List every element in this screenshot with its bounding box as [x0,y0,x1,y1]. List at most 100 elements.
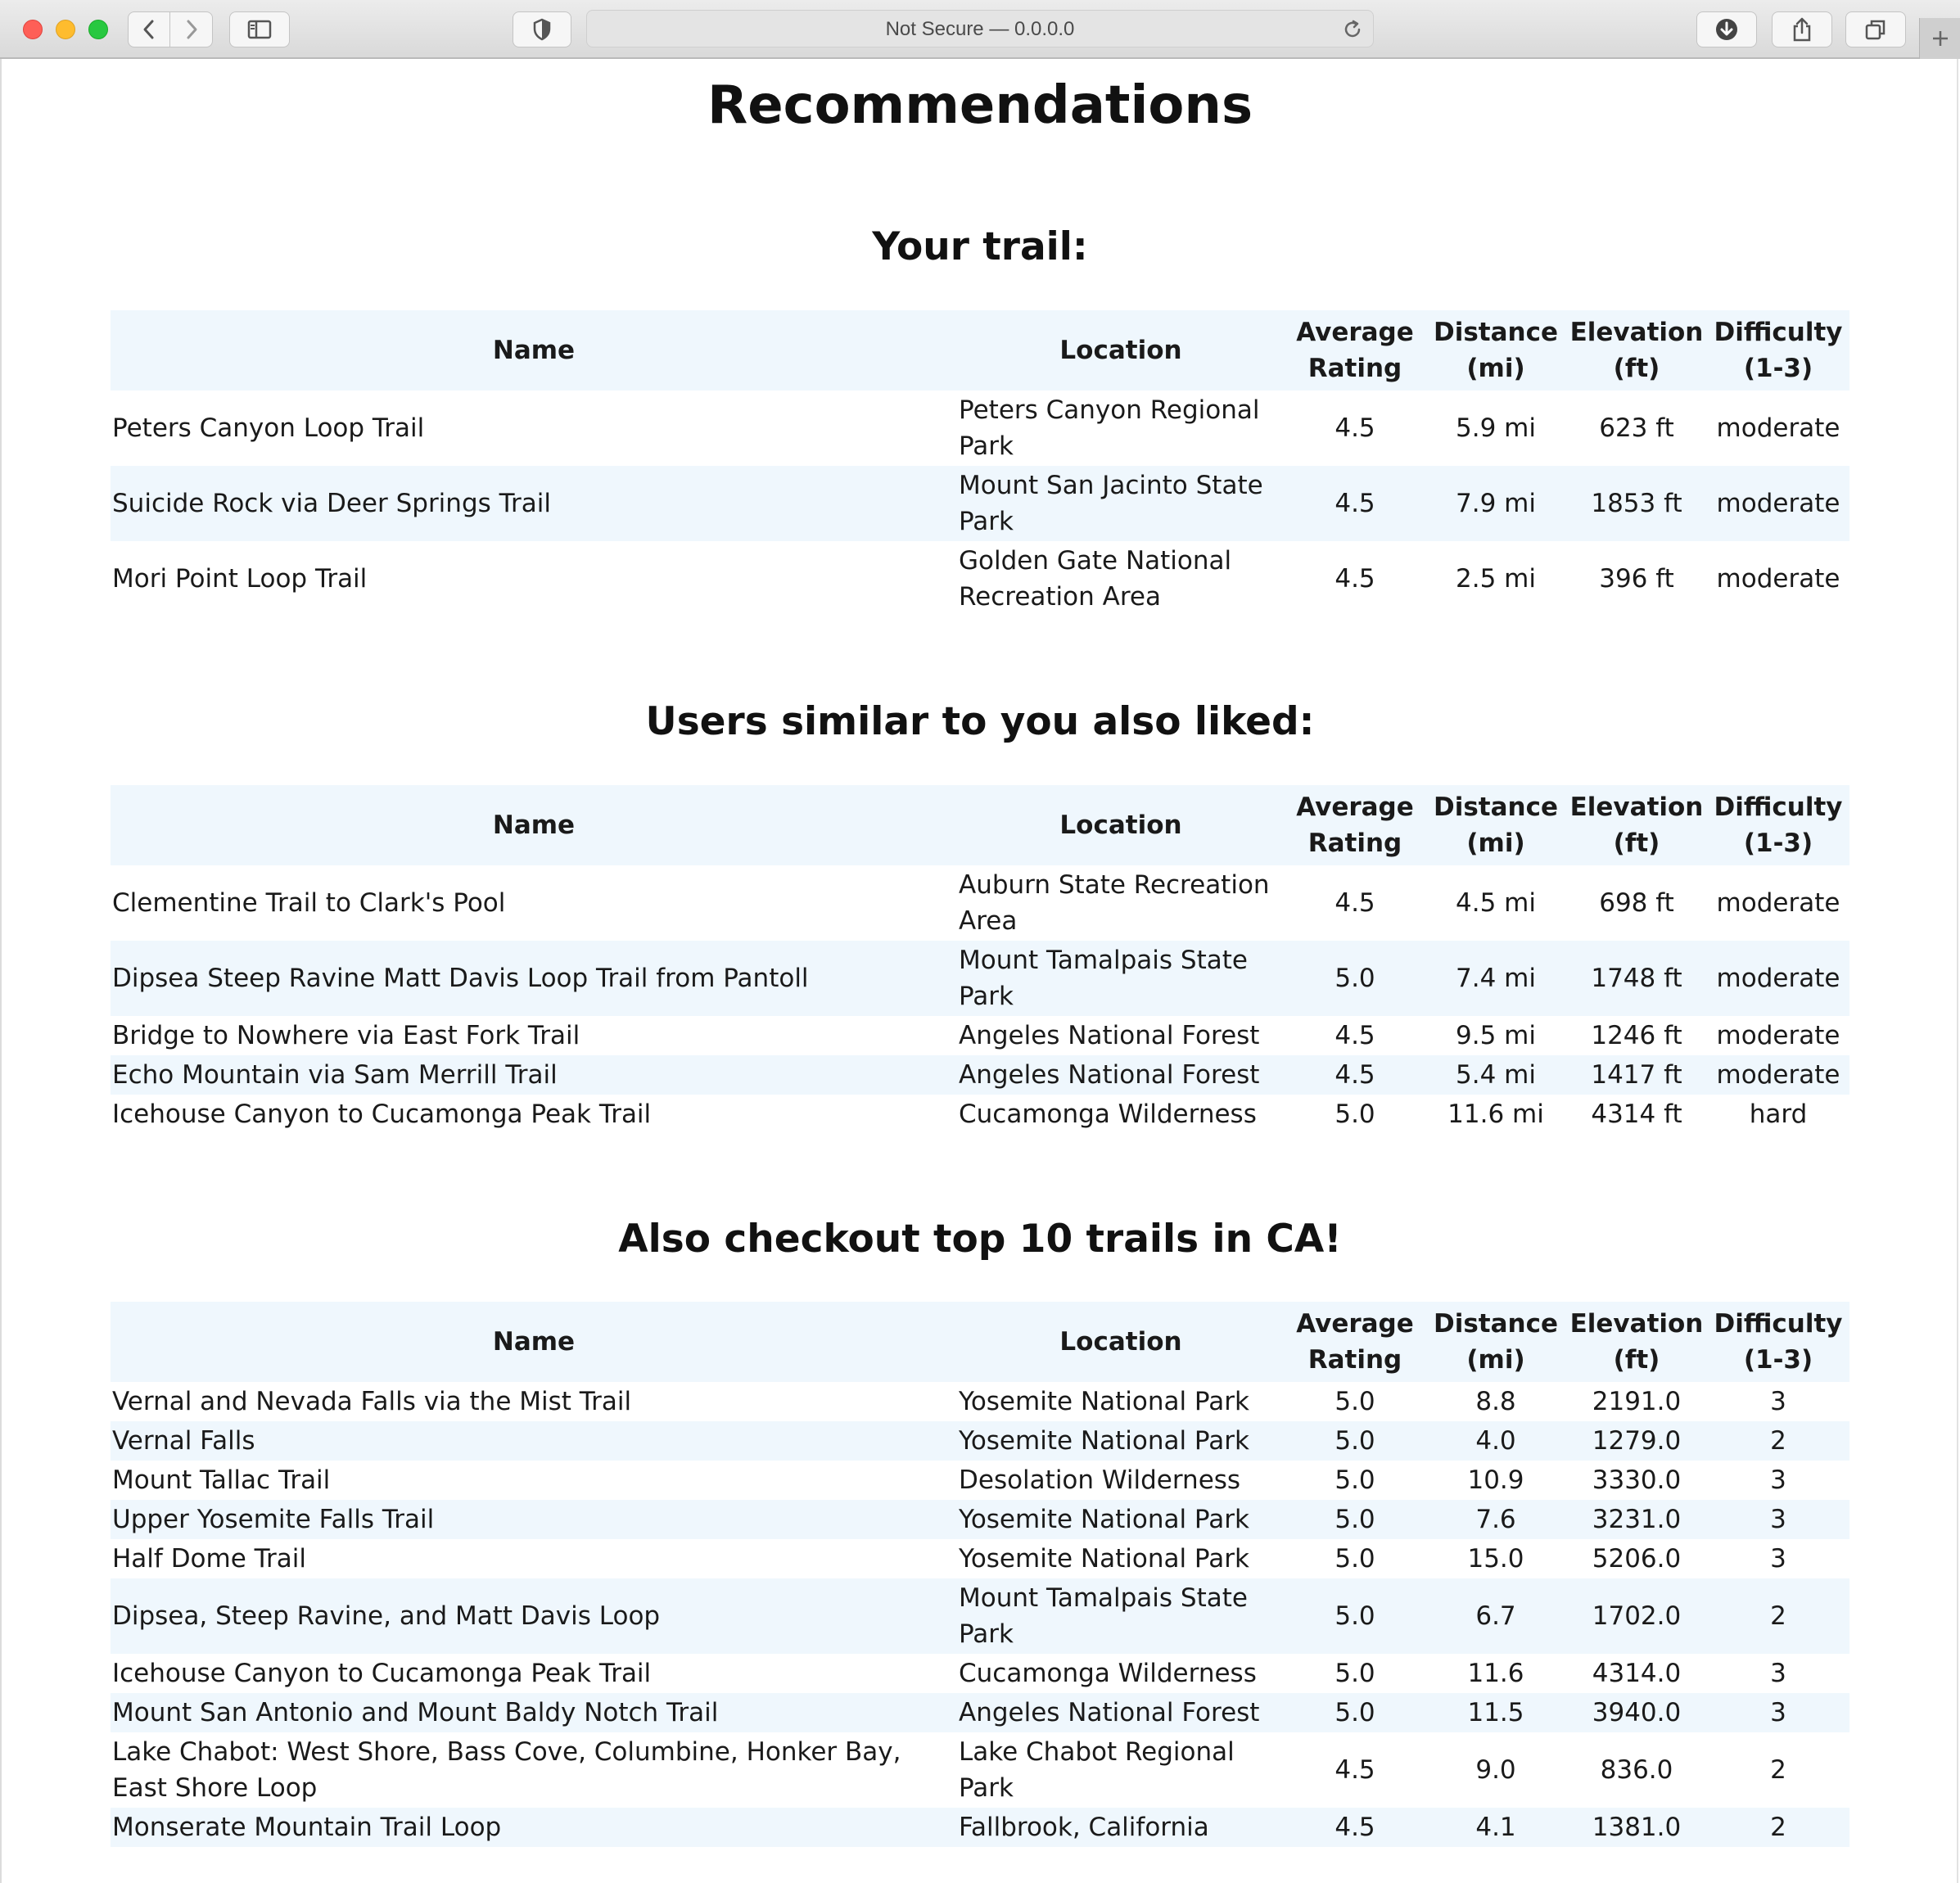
cell-name: Mount San Antonio and Mount Baldy Notch … [111,1693,957,1732]
column-header-difficulty: Difficulty (1-3) [1707,310,1849,391]
cell-location: Desolation Wilderness [959,1465,1241,1495]
cell-rating: 4.5 [1335,413,1375,443]
cell-elevation: 1417 ft [1566,1055,1707,1095]
cell-elevation: 3330.0 [1592,1465,1682,1495]
cell-rating: 5.0 [1285,1693,1425,1732]
table-row: Peters Canyon Loop Trail Peters Canyon Re… [111,391,1849,466]
cell-elevation: 1748 ft [1566,941,1707,1016]
cell-rating: 4.5 [1335,888,1375,918]
minimize-window-button[interactable] [56,20,75,39]
cell-difficulty: 3 [1707,1693,1849,1732]
column-header-distance: Distance (mi) [1425,785,1566,865]
cell-difficulty: moderate [1716,564,1840,594]
table-header-row: Name Location Average Rating Distance (m… [111,785,1849,865]
sidebar-icon [247,20,272,39]
cell-location: Cucamonga Wilderness [959,1100,1257,1129]
cell-rating: 5.0 [1285,1578,1425,1654]
cell-location: Mount Tamalpais State Park [957,1578,1285,1654]
new-tab-button[interactable] [1919,18,1960,59]
table-header-row: Name Location Average Rating Distance (m… [111,1302,1849,1382]
cell-distance: 9.0 [1475,1755,1516,1785]
close-window-button[interactable] [23,20,43,39]
cell-name: Bridge to Nowhere via East Fork Trail [112,1021,580,1050]
column-header-location: Location [957,1302,1285,1382]
cell-distance: 4.1 [1425,1808,1566,1847]
cell-name: Icehouse Canyon to Cucamonga Peak Trail [112,1659,652,1688]
table-row: Suicide Rock via Deer Springs Trail Mount… [111,466,1849,541]
back-button[interactable] [128,11,170,47]
similar-users-table: Name Location Average Rating Distance (m… [111,785,1849,1134]
cell-name: Dipsea Steep Ravine Matt Davis Loop Trai… [111,941,957,1016]
column-header-location: Location [957,785,1285,865]
privacy-report-button[interactable] [513,11,571,47]
chevron-left-icon [143,20,154,39]
cell-name: Clementine Trail to Clark's Pool [112,888,506,918]
cell-location: Yosemite National Park [959,1544,1249,1574]
cell-difficulty: 2 [1707,1421,1849,1461]
downloads-button[interactable] [1696,11,1757,47]
column-header-rating: Average Rating [1285,310,1425,391]
download-icon [1716,19,1737,40]
cell-rating: 5.0 [1335,1659,1375,1688]
table-row: Echo Mountain via Sam Merrill Trail Angel… [111,1055,1849,1095]
cell-elevation: 3231.0 [1566,1500,1707,1539]
cell-elevation: 1702.0 [1566,1578,1707,1654]
cell-difficulty: moderate [1707,466,1849,541]
column-header-distance: Distance (mi) [1425,310,1566,391]
column-header-location: Location [957,310,1285,391]
cell-rating: 5.0 [1335,1544,1375,1574]
forward-button[interactable] [170,11,213,47]
sidebar-toggle-button[interactable] [229,11,290,47]
cell-rating: 5.0 [1335,1100,1375,1129]
cell-elevation: 836.0 [1600,1755,1673,1785]
cell-difficulty: moderate [1716,413,1840,443]
address-text: Not Secure — 0.0.0.0 [885,18,1075,40]
table-row: Vernal Falls Yosemite National Park 5.0 4.0… [111,1421,1849,1461]
cell-distance: 15.0 [1467,1544,1524,1574]
cell-difficulty: 3 [1707,1500,1849,1539]
cell-rating: 4.5 [1335,1021,1375,1050]
tab-overview-button[interactable] [1845,11,1906,47]
cell-name: Lake Chabot: West Shore, Bass Cove, Colu… [112,1737,901,1803]
cell-elevation: 5206.0 [1592,1544,1682,1574]
cell-rating: 4.5 [1335,1755,1375,1785]
cell-elevation: 1246 ft [1591,1021,1682,1050]
cell-distance: 11.6 mi [1447,1100,1544,1129]
table-row: Icehouse Canyon to Cucamonga Peak Trail C… [111,1654,1849,1693]
column-header-difficulty: Difficulty (1-3) [1707,1302,1849,1382]
cell-name: Half Dome Trail [112,1544,306,1574]
cell-rating: 5.0 [1285,1421,1425,1461]
cell-location: Auburn State Recreation Area [959,870,1270,936]
table-row: Lake Chabot: West Shore, Bass Cove, Colu… [111,1732,1849,1808]
page-content: Recommendations Your trail: Name Locatio… [0,59,1960,1883]
top-trails-table: Name Location Average Rating Distance (m… [111,1302,1849,1847]
cell-difficulty: moderate [1716,1021,1840,1050]
cell-difficulty: 3 [1770,1387,1786,1416]
address-bar[interactable]: Not Secure — 0.0.0.0 [586,10,1374,47]
cell-difficulty: 2 [1707,1578,1849,1654]
column-header-rating: Average Rating [1285,785,1425,865]
table-row: Dipsea, Steep Ravine, and Matt Davis Loo… [111,1578,1849,1654]
cell-difficulty: 3 [1770,1465,1786,1495]
column-header-rating: Average Rating [1285,1302,1425,1382]
cell-name: Upper Yosemite Falls Trail [111,1500,957,1539]
reload-icon[interactable] [1342,19,1363,40]
table-row: Vernal and Nevada Falls via the Mist Tra… [111,1382,1849,1421]
cell-elevation: 2191.0 [1592,1387,1682,1416]
cell-distance: 7.6 [1425,1500,1566,1539]
your-trail-heading: Your trail: [872,224,1088,269]
cell-location: Angeles National Forest [959,1021,1260,1050]
column-header-difficulty: Difficulty (1-3) [1707,785,1849,865]
cell-distance: 4.0 [1425,1421,1566,1461]
shield-icon [533,18,551,41]
share-button[interactable] [1772,11,1832,47]
cell-elevation: 3940.0 [1566,1693,1707,1732]
zoom-window-button[interactable] [88,20,108,39]
table-row: Mount San Antonio and Mount Baldy Notch … [111,1693,1849,1732]
table-row: Half Dome Trail Yosemite National Park 5.0… [111,1539,1849,1578]
cell-distance: 8.8 [1475,1387,1516,1416]
cell-rating: 5.0 [1285,941,1425,1016]
cell-location: Lake Chabot Regional Park [959,1737,1235,1803]
cell-location: Yosemite National Park [957,1500,1285,1539]
cell-rating: 4.5 [1285,1808,1425,1847]
